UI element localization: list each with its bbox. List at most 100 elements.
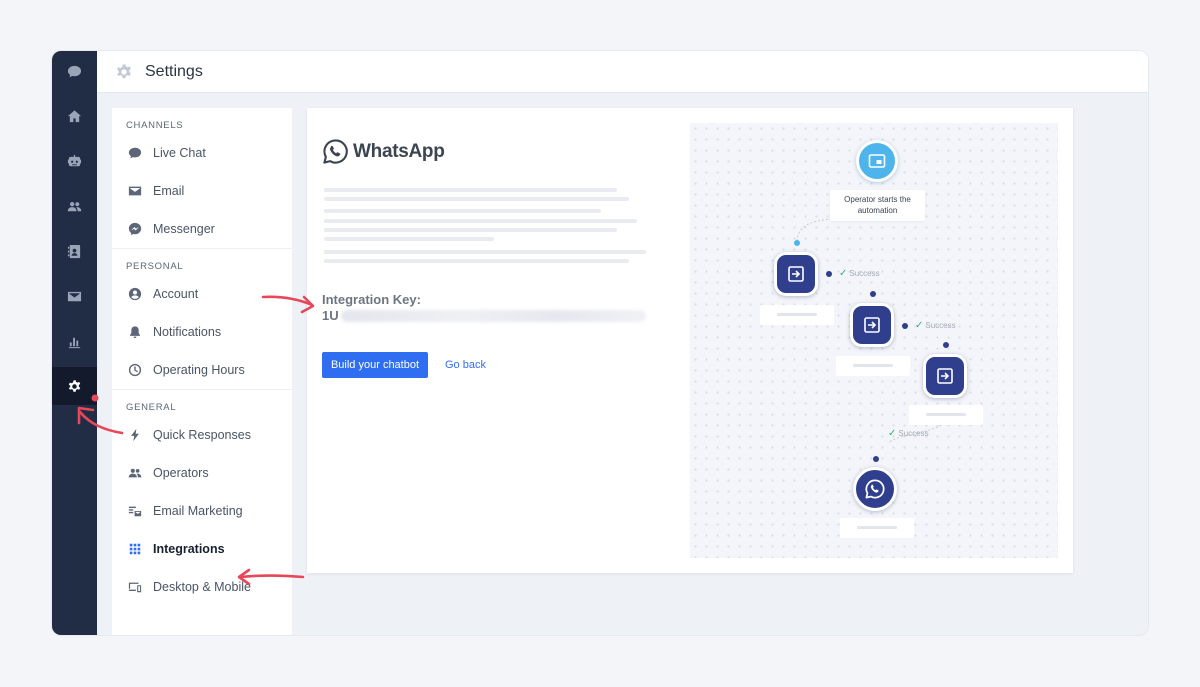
enter-icon [864, 317, 880, 333]
menu-item-label: Messenger [153, 222, 215, 236]
users-icon [128, 468, 142, 478]
placeholder-line [324, 209, 601, 213]
menu-item-integrations[interactable]: Integrations [112, 530, 292, 568]
rail-visitors[interactable] [52, 187, 97, 225]
devices-icon [128, 582, 142, 593]
bell-icon [130, 326, 140, 339]
integration-key-value[interactable]: 1U [322, 308, 646, 323]
account-icon [128, 287, 142, 301]
placeholder-line [324, 219, 637, 223]
menu-item-desktop-mobile[interactable]: Desktop & Mobile [112, 568, 292, 606]
rail-chat[interactable] [52, 52, 97, 90]
build-chatbot-button[interactable]: Build your chatbot [322, 352, 428, 378]
success-label-1: ✓ Success [839, 268, 880, 279]
check-icon: ✓ [915, 320, 924, 331]
chat-bubble-icon [67, 65, 82, 77]
menu-item-operating-hours[interactable]: Operating Hours [112, 351, 292, 389]
email-marketing-icon [128, 506, 142, 517]
menu-item-messenger[interactable]: Messenger [112, 210, 292, 248]
go-back-link[interactable]: Go back [445, 359, 486, 371]
whatsapp-icon [865, 479, 885, 499]
menu-item-label: Quick Responses [153, 428, 251, 442]
start-node [856, 140, 898, 182]
whatsapp-logo: WhatsApp [322, 138, 445, 165]
envelope-icon [128, 186, 142, 196]
placeholder-line [324, 228, 617, 232]
connector-dot [873, 456, 879, 462]
menu-item-label: Notifications [153, 325, 222, 339]
connector-dot [794, 240, 800, 246]
node-caption-plate [836, 356, 910, 376]
check-icon: ✓ [839, 268, 848, 279]
whatsapp-icon [323, 139, 348, 164]
action-node-1 [774, 252, 818, 296]
section-label-channels: CHANNELS [126, 120, 184, 131]
placeholder-line [324, 197, 629, 201]
success-label-2: ✓ Success [915, 320, 956, 331]
rail-home[interactable] [52, 97, 97, 135]
menu-item-label: Operators [153, 466, 209, 480]
rail-contacts[interactable] [52, 232, 97, 270]
operator-screen-icon [868, 154, 886, 168]
success-text: Success [849, 269, 880, 278]
users-icon [67, 201, 82, 211]
gear-icon [68, 379, 81, 392]
menu-item-account[interactable]: Account [112, 275, 292, 313]
menu-item-email-marketing[interactable]: Email Marketing [112, 492, 292, 530]
section-label-general: GENERAL [126, 402, 177, 413]
connector-dot [826, 271, 832, 277]
menu-item-notifications[interactable]: Notifications [112, 313, 292, 351]
page-title: Settings [145, 62, 203, 80]
clock-icon [128, 363, 142, 377]
gear-icon [117, 63, 131, 78]
rail-settings[interactable] [52, 367, 97, 405]
connector-dot [902, 323, 908, 329]
rail-campaigns[interactable] [52, 277, 97, 315]
node-caption-plate [760, 305, 834, 325]
lightning-icon [131, 428, 139, 442]
icon-rail [52, 51, 97, 635]
menu-item-label: Live Chat [153, 146, 206, 160]
menu-item-label: Integrations [153, 542, 225, 556]
grid-icon [129, 543, 141, 555]
action-node-3 [923, 354, 967, 398]
action-node-2 [850, 303, 894, 347]
robot-icon [67, 154, 82, 166]
rail-analytics[interactable] [52, 322, 97, 360]
chat-bubble-icon [128, 147, 142, 159]
enter-icon [937, 368, 953, 384]
menu-item-label: Account [153, 287, 199, 301]
settings-menu: CHANNELS Live Chat Email Messenger PERSO… [112, 108, 292, 635]
check-icon: ✓ [888, 428, 897, 439]
integration-key-prefix: 1U [322, 308, 339, 323]
bar-chart-icon [68, 337, 81, 348]
node-caption-plate [840, 518, 914, 538]
menu-item-operators[interactable]: Operators [112, 454, 292, 492]
settings-header: Settings [97, 51, 1148, 93]
contacts-book-icon [67, 244, 81, 258]
whatsapp-brand-text: WhatsApp [353, 140, 445, 162]
menu-item-email[interactable]: Email [112, 172, 292, 210]
success-label-3: ✓ Success [888, 428, 929, 439]
whatsapp-node [853, 467, 897, 511]
automation-diagram: Operator starts the automation ✓ Success … [690, 123, 1058, 558]
menu-item-label: Operating Hours [153, 363, 245, 377]
placeholder-line [324, 237, 494, 241]
node-caption-plate [909, 405, 983, 425]
menu-item-label: Desktop & Mobile [153, 580, 251, 594]
app-window: Settings CHANNELS Live Chat Email Messen… [52, 51, 1148, 635]
success-text: Success [898, 429, 929, 438]
menu-item-live-chat[interactable]: Live Chat [112, 134, 292, 172]
connector-dot [870, 291, 876, 297]
rail-bots[interactable] [52, 142, 97, 180]
integration-key-blurred [340, 309, 646, 322]
menu-item-quick-responses[interactable]: Quick Responses [112, 416, 292, 454]
integration-key-label: Integration Key: [322, 292, 421, 307]
home-icon [67, 109, 82, 122]
connector-dot [943, 342, 949, 348]
section-label-personal: PERSONAL [126, 261, 184, 272]
placeholder-line [324, 250, 646, 254]
menu-item-label: Email [153, 184, 185, 198]
menu-item-label: Email Marketing [153, 504, 243, 518]
mail-icon [67, 291, 82, 301]
